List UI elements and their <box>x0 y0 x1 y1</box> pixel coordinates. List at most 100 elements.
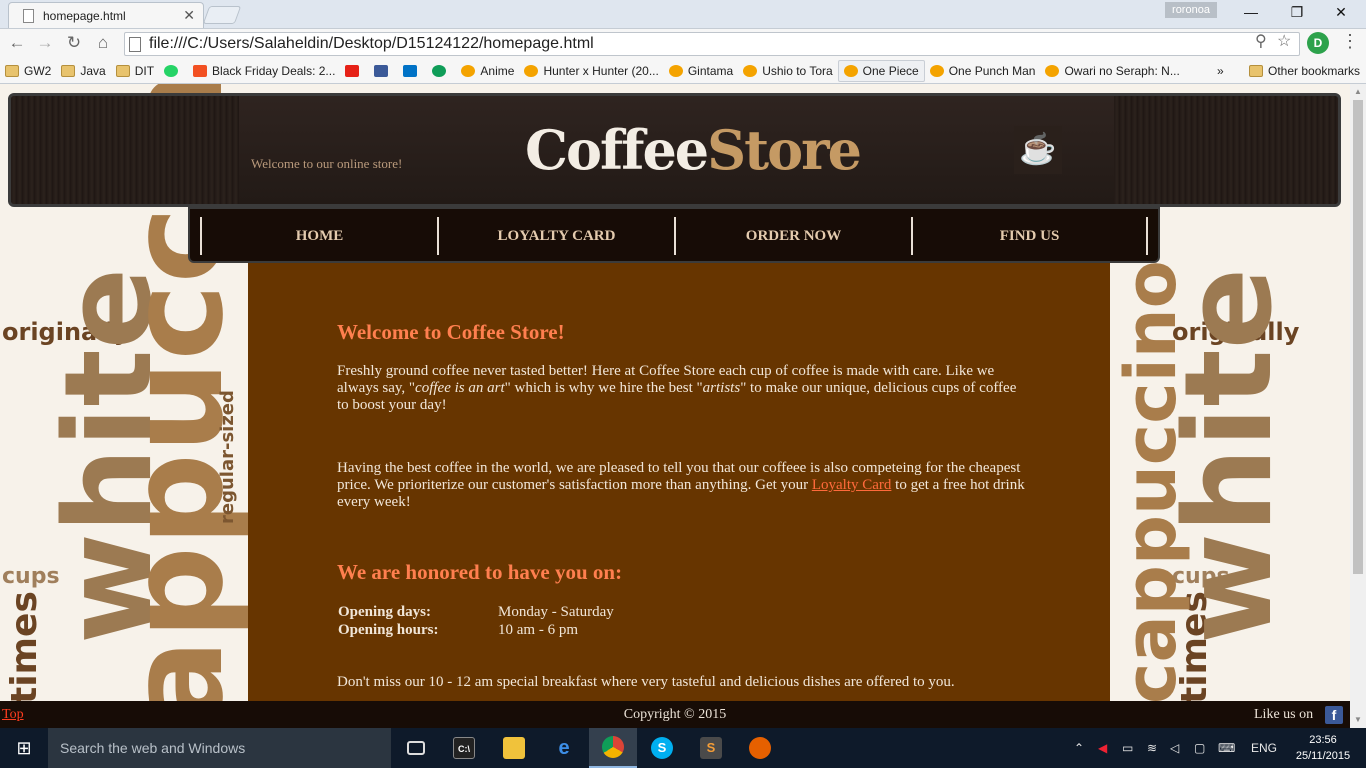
volume-muted-icon[interactable]: ◀ <box>1098 728 1107 768</box>
honored-heading: We are honored to have you on: <box>337 560 623 584</box>
back-to-top-link[interactable]: Top <box>2 707 24 723</box>
url-text: file:///C:/Users/Salaheldin/Desktop/D151… <box>149 35 594 52</box>
scroll-up-icon[interactable]: ▲ <box>1350 84 1366 100</box>
bookmark-item[interactable] <box>340 60 369 82</box>
cmd-icon[interactable]: C:\ <box>440 728 488 768</box>
restore-icon[interactable]: ❐ <box>1274 4 1320 21</box>
site-footer: Copyright © 2015 Top Like us on f <box>0 701 1350 728</box>
intro-paragraph: Freshly ground coffee never tasted bette… <box>337 363 1017 413</box>
bookmark-item[interactable]: Ushio to Tora <box>738 60 837 82</box>
reload-icon[interactable]: ↻ <box>63 33 85 53</box>
background-word: regular-sized <box>217 390 238 524</box>
minimize-icon[interactable]: — <box>1228 4 1274 20</box>
facebook-icon[interactable]: f <box>1325 706 1343 724</box>
bookmark-label: DIT <box>134 63 155 78</box>
page-scrollbar[interactable]: ▲ ▼ <box>1350 84 1366 728</box>
page-viewport: originally originally white cappuccino c… <box>0 84 1350 728</box>
address-bar[interactable]: file:///C:/Users/Salaheldin/Desktop/D151… <box>124 32 1300 56</box>
profile-badge[interactable]: roronoa <box>1165 2 1217 18</box>
firefox-icon[interactable] <box>736 728 784 768</box>
bookmark-item[interactable]: Black Friday Deals: 2... <box>188 60 340 82</box>
nav-order-now[interactable]: ORDER NOW <box>674 217 911 255</box>
header-welcome-note: Welcome to our online store! <box>251 156 403 171</box>
bookmark-item[interactable]: One Punch Man <box>925 60 1041 82</box>
bookmarks-bar: GW2 Java DIT Black Friday Deals: 2... Anime H… <box>0 58 1366 84</box>
star-icon[interactable]: ☆ <box>1277 31 1291 51</box>
other-bookmarks[interactable]: Other bookmarks <box>1244 60 1365 82</box>
file-explorer-icon[interactable] <box>490 728 538 768</box>
site-header: Welcome to our online store! CoffeeStore… <box>8 93 1341 207</box>
bookmark-item[interactable]: Java <box>56 60 110 82</box>
system-clock[interactable]: 23:56 25/11/2015 <box>1288 732 1358 764</box>
anime-site-icon <box>524 64 539 77</box>
bookmark-item[interactable]: Gintama <box>664 60 738 82</box>
logo-word-coffee: Coffee <box>525 118 709 182</box>
wifi-icon[interactable]: ≋ <box>1147 728 1157 768</box>
tab-close-icon[interactable]: ✕ <box>183 7 195 24</box>
bookmark-item[interactable] <box>398 60 427 82</box>
nav-find-us[interactable]: FIND US <box>911 217 1148 255</box>
bookmark-label: Ushio to Tora <box>762 63 833 78</box>
bookmark-item[interactable]: One Piece <box>837 59 925 82</box>
loyalty-card-link[interactable]: Loyalty Card <box>812 477 892 493</box>
battery-icon[interactable]: ▭ <box>1122 728 1133 768</box>
clock-time: 23:56 <box>1309 734 1337 746</box>
skype-icon[interactable]: S <box>638 728 686 768</box>
new-tab-button[interactable] <box>202 6 242 24</box>
bookmarks-overflow-button[interactable]: » <box>1217 64 1224 78</box>
tray-overflow-icon[interactable]: ⌃ <box>1074 728 1084 768</box>
browser-tab[interactable]: homepage.html ✕ <box>8 2 204 28</box>
whatsapp-icon <box>164 64 179 77</box>
back-arrow-icon[interactable]: ← <box>6 33 28 53</box>
scroll-thumb[interactable] <box>1353 100 1363 574</box>
nav-loyalty-card[interactable]: LOYALTY CARD <box>437 217 674 255</box>
bookmark-item[interactable] <box>159 60 188 82</box>
folder-icon <box>115 64 130 77</box>
copyright-text: Copyright © 2015 <box>623 707 727 722</box>
opening-hours-label: Opening hours: <box>338 622 439 638</box>
bookmark-item[interactable] <box>369 60 398 82</box>
folder-icon <box>1249 64 1263 77</box>
opening-days-value: Monday - Saturday <box>498 604 614 620</box>
edge-icon[interactable]: e <box>540 728 588 768</box>
opening-days-label: Opening days: <box>338 604 431 620</box>
bookmark-item[interactable] <box>427 60 456 82</box>
extension-icon[interactable]: D <box>1307 32 1329 54</box>
price-paragraph: Having the best coffee in the world, we … <box>337 460 1025 510</box>
chrome-icon[interactable] <box>589 728 637 768</box>
keyboard-icon[interactable]: ⌨ <box>1218 728 1235 768</box>
forward-arrow-icon[interactable]: → <box>34 33 56 53</box>
task-view-icon[interactable] <box>392 728 440 768</box>
nav-home[interactable]: HOME <box>200 217 437 255</box>
bookmark-item[interactable]: Hunter x Hunter (20... <box>519 60 663 82</box>
header-texture-right <box>1114 96 1338 204</box>
windows-taskbar: ⊞ Search the web and Windows C:\ e S S ⌃… <box>0 728 1366 768</box>
sublime-icon[interactable]: S <box>687 728 735 768</box>
taskbar-search[interactable]: Search the web and Windows <box>48 728 391 768</box>
bookmark-label: Owari no Seraph: N... <box>1064 63 1180 78</box>
background-word: times <box>4 591 45 704</box>
menu-icon[interactable]: ⋮ <box>1340 31 1360 52</box>
close-icon[interactable]: ✕ <box>1318 4 1364 21</box>
tab-title: homepage.html <box>43 8 126 23</box>
breakfast-note: Don't miss our 10 - 12 am special breakf… <box>337 674 955 690</box>
bookmark-item[interactable]: Owari no Seraph: N... <box>1040 60 1184 82</box>
browser-titlebar: homepage.html ✕ roronoa — ❐ ✕ <box>0 0 1366 28</box>
site-logo[interactable]: CoffeeStore <box>525 118 862 182</box>
zoom-icon[interactable]: ⚲ <box>1255 31 1267 51</box>
bookmark-item[interactable]: GW2 <box>0 60 56 82</box>
scroll-down-icon[interactable]: ▼ <box>1350 712 1366 728</box>
bookmark-item[interactable]: Anime <box>456 60 519 82</box>
language-indicator[interactable]: ENG <box>1251 728 1277 768</box>
bookmark-label: GW2 <box>24 63 52 78</box>
notifications-icon[interactable]: ▢ <box>1194 728 1205 768</box>
bookmark-label: Java <box>80 63 106 78</box>
page-icon <box>23 8 34 23</box>
bookmark-label: One Piece <box>862 63 919 78</box>
youtube-icon <box>345 64 360 77</box>
logo-word-store: Store <box>707 118 862 182</box>
home-icon[interactable]: ⌂ <box>92 33 114 53</box>
bookmark-item[interactable]: DIT <box>111 60 159 82</box>
windows-start-icon[interactable]: ⊞ <box>0 728 48 768</box>
speaker-icon[interactable]: ◁ <box>1170 728 1179 768</box>
